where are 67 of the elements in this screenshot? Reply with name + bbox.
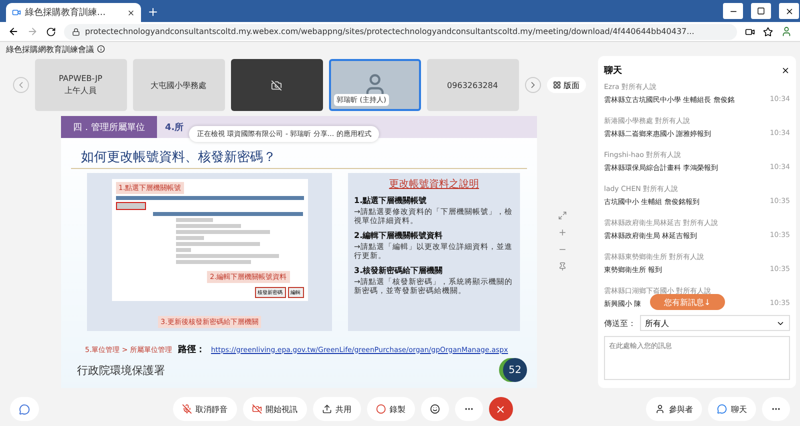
close-icon[interactable] <box>781 66 790 75</box>
mic-icon <box>182 404 192 414</box>
grid-icon <box>552 81 560 89</box>
breadcrumb-label: 4.所 <box>164 122 184 134</box>
video-icon <box>252 404 262 414</box>
bookmark-star-icon[interactable] <box>763 26 773 36</box>
page-number: 52 <box>503 358 527 382</box>
reactions-button[interactable] <box>420 397 448 421</box>
slide-title: 如何更改帳號資料、核發新密碼？ <box>71 138 527 169</box>
chat-button[interactable]: 聊天 <box>708 397 756 421</box>
participant-tile[interactable]: 大屯國小學務處 <box>132 59 224 111</box>
record-button[interactable]: 錄製 <box>366 397 414 421</box>
step-heading: 1.點選下層機關帳號 <box>354 195 428 206</box>
step-heading: 2.編輯下層機關帳號資料 <box>354 230 444 241</box>
tab-title: 綠色採購教育訓練... <box>25 6 106 19</box>
layout-button[interactable]: 版面 <box>546 77 586 93</box>
close-icon <box>784 6 794 16</box>
participant-name: 大屯國小學務處 <box>150 80 206 90</box>
participant-name: PAPWEB-JP <box>58 74 102 83</box>
smiley-icon <box>430 404 440 414</box>
close-icon[interactable] <box>127 8 135 16</box>
profile-icon[interactable] <box>781 26 792 37</box>
participant-name: 0963263284 <box>447 80 498 90</box>
browser-tab[interactable]: 綠色採購教育訓練... <box>6 3 141 22</box>
close-icon <box>495 404 506 414</box>
send-to-label: 傳送至： <box>604 318 636 328</box>
leave-button[interactable] <box>488 397 512 421</box>
minimize-button[interactable] <box>723 3 743 19</box>
lock-icon <box>72 28 80 36</box>
participant-subtitle: 上午人員 <box>64 85 96 96</box>
chat-bubble-icon <box>717 404 727 414</box>
help-title: 更改帳號資料之說明 <box>388 178 480 191</box>
url-text: protectechnologyandconsultantscoltd.my.webex.com/webappng/sites/protectechnologyandconsultantscoltd.my/meeting/download/4f440644bb40437... <box>85 27 694 36</box>
step-heading: 3.核發新密碼給下層機關 <box>354 264 444 276</box>
record-icon <box>376 404 386 414</box>
camera-off-icon <box>271 80 282 90</box>
address-field[interactable]: protectechnologyandconsultantscoltd.my.webex.com/webappng/sites/protectechnologyandconsultantscoltd.my/meeting/download/4f440644bb40437... <box>64 24 737 40</box>
person-icon <box>655 404 665 414</box>
expand-icon[interactable] <box>558 211 567 220</box>
camera-icon[interactable] <box>745 26 755 36</box>
maximize-icon <box>757 7 765 15</box>
video-icon <box>12 8 21 17</box>
pin-icon[interactable] <box>558 262 567 271</box>
new-tab-icon[interactable] <box>147 6 159 18</box>
breadcrumb-label: 四．管理所屬單位 <box>61 116 157 138</box>
participants-button[interactable]: 參與者 <box>646 397 702 421</box>
assistant-button[interactable] <box>10 397 39 421</box>
info-icon[interactable] <box>97 45 105 53</box>
close-button[interactable] <box>779 3 799 19</box>
back-icon[interactable] <box>8 26 19 37</box>
mic-button[interactable]: 取消靜音 <box>172 397 236 421</box>
chat-title: 聊天 <box>604 64 622 77</box>
share-icon <box>322 404 332 414</box>
next-button[interactable] <box>524 77 540 93</box>
chat-bubble-icon <box>19 404 30 414</box>
agency-name: 行政院環境保護署 <box>77 362 165 378</box>
video-button[interactable]: 開始視訊 <box>242 397 306 421</box>
participant-tile[interactable]: 0963263284 <box>426 59 518 111</box>
path-label: 路徑： <box>178 344 205 356</box>
reload-icon[interactable] <box>46 26 56 36</box>
meeting-title: 綠色採購網教育訓練會議 <box>6 44 94 54</box>
highlight-box <box>116 202 146 210</box>
maximize-button[interactable] <box>751 3 771 19</box>
participant-tile[interactable]: PAPWEB-JP 上午人員 <box>34 59 126 111</box>
participant-tile[interactable] <box>230 59 322 111</box>
share-button[interactable]: 共用 <box>312 397 360 421</box>
recipient-dropdown[interactable]: 所有人 <box>640 315 790 331</box>
